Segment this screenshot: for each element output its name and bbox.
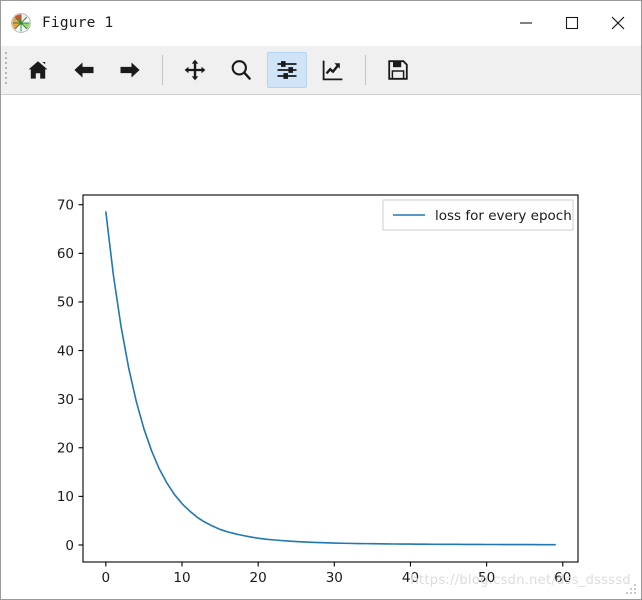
y-tick-label: 60 [57, 246, 74, 262]
maximize-button[interactable] [549, 1, 595, 45]
plot-svg: 0 10 20 30 40 50 60010203040506070loss for eve… [57, 194, 579, 586]
minimize-button[interactable] [503, 1, 549, 45]
maximize-icon [565, 16, 579, 30]
move-icon [184, 59, 206, 81]
y-tick-label: 40 [57, 343, 74, 359]
legend-label: loss for every epoch [435, 208, 572, 224]
navigation-toolbar [1, 46, 641, 95]
y-tick-label: 20 [57, 441, 74, 457]
save-disk-icon [388, 60, 408, 80]
magnifier-icon [231, 60, 251, 80]
forward-button[interactable] [110, 52, 150, 88]
resize-grip-icon[interactable] [626, 584, 638, 596]
y-tick-label: 0 [65, 538, 74, 554]
window-controls [503, 1, 641, 45]
arrow-right-icon [120, 62, 140, 78]
close-button[interactable] [595, 1, 641, 45]
arrow-left-icon [74, 62, 94, 78]
axes-frame [82, 194, 579, 563]
toolbar-separator [162, 55, 163, 85]
title-bar: Figure 1 [1, 1, 641, 46]
x-tick-label: 10 [173, 570, 190, 586]
configure-subplots-button[interactable] [267, 52, 307, 88]
back-button[interactable] [64, 52, 104, 88]
toolbar-drag-handle[interactable] [1, 46, 13, 94]
sliders-icon [277, 61, 297, 79]
watermark-text: https://blog.csdn.net/dss_dssssd [410, 573, 631, 588]
figure-window: Figure 1 0 10 20 30 40 50 60 0 10 20 30 … [0, 0, 642, 600]
home-button[interactable] [18, 52, 58, 88]
y-tick-label: 10 [57, 489, 74, 505]
edit-parameters-button[interactable] [313, 52, 353, 88]
y-tick-label: 30 [57, 392, 74, 408]
save-figure-button[interactable] [378, 52, 418, 88]
pan-button[interactable] [175, 52, 215, 88]
figure-area: 0 10 20 30 40 50 60 0 10 20 30 40 50 60 70 loss for eve… [1, 95, 641, 599]
window-title: Figure 1 [42, 15, 114, 31]
toolbar-separator-2 [365, 55, 366, 85]
matplotlib-logo-icon [10, 12, 32, 34]
figure-canvas[interactable]: 0 10 20 30 40 50 60 0 10 20 30 40 50 60 70 loss for eve… [1, 95, 641, 599]
x-tick-label: 30 [326, 570, 343, 586]
x-tick-label: 0 [102, 570, 111, 586]
zoom-button[interactable] [221, 52, 261, 88]
minimize-icon [520, 22, 532, 24]
close-icon [611, 16, 625, 30]
edit-axis-icon [322, 60, 343, 81]
x-tick-label: 20 [250, 570, 267, 586]
y-tick-label: 70 [57, 198, 74, 214]
home-icon [28, 61, 48, 79]
y-tick-label: 50 [57, 295, 74, 311]
